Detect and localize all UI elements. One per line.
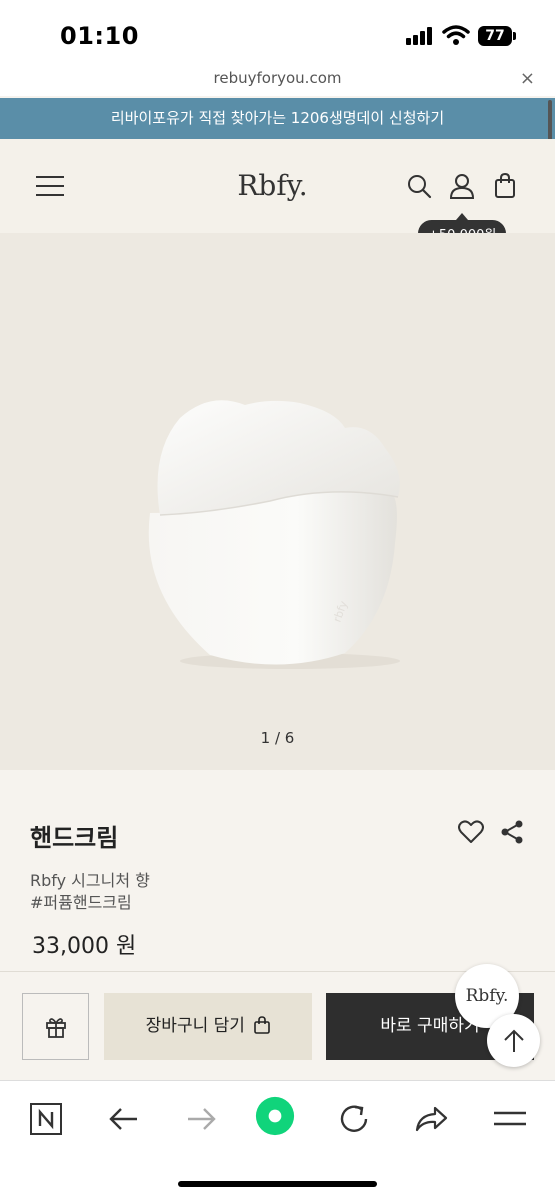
home-indicator bbox=[178, 1181, 377, 1187]
status-bar: 01:10 77 bbox=[0, 0, 555, 66]
product-desc-line1: Rbfy 시그니처 향 bbox=[30, 871, 150, 890]
wifi-icon bbox=[442, 25, 470, 45]
cart-button-label: 장바구니 담기 bbox=[145, 1016, 245, 1036]
points-badge-arrow bbox=[456, 213, 468, 220]
battery-tip bbox=[513, 32, 516, 40]
scroll-to-top-button[interactable] bbox=[487, 1014, 540, 1067]
shopping-bag-icon bbox=[254, 1016, 271, 1034]
forward-arrow-icon[interactable] bbox=[181, 1099, 221, 1139]
refresh-icon[interactable] bbox=[334, 1099, 374, 1139]
site-header: Rbfy. bbox=[0, 139, 555, 233]
search-icon[interactable] bbox=[406, 173, 432, 199]
product-info: 핸드크림 Rbfy 시그니처 향 #퍼퓸핸드크림 33,000 원 bbox=[0, 770, 555, 970]
gift-button[interactable] bbox=[22, 993, 89, 1060]
green-home-icon[interactable] bbox=[255, 1096, 295, 1136]
share-icon[interactable] bbox=[500, 820, 524, 844]
arrow-up-icon bbox=[504, 1029, 524, 1052]
cellular-signal-icon bbox=[406, 27, 436, 45]
product-image: rbfy bbox=[148, 400, 400, 669]
product-gallery[interactable]: rbfy 1 / 6 bbox=[0, 233, 555, 770]
product-description: Rbfy 시그니처 향 #퍼퓸핸드크림 bbox=[30, 870, 150, 914]
product-name: 핸드크림 bbox=[30, 824, 119, 852]
close-icon[interactable]: × bbox=[520, 68, 535, 89]
battery-icon: 77 bbox=[478, 26, 512, 46]
product-price: 33,000 원 bbox=[32, 934, 137, 959]
back-arrow-icon[interactable] bbox=[104, 1099, 144, 1139]
naver-n-icon[interactable] bbox=[26, 1099, 66, 1139]
menu-icon[interactable] bbox=[490, 1099, 530, 1139]
url-text[interactable]: rebuyforyou.com bbox=[0, 69, 555, 87]
promo-banner[interactable]: 리바이포유가 직접 찾아가는 1206생명데이 신청하기 bbox=[0, 98, 555, 139]
share-icon[interactable] bbox=[411, 1099, 451, 1139]
product-desc-line2: #퍼퓸핸드크림 bbox=[30, 893, 132, 912]
shopping-bag-icon[interactable] bbox=[494, 173, 516, 199]
gift-icon bbox=[46, 1018, 66, 1038]
heart-icon[interactable] bbox=[458, 820, 484, 844]
user-icon[interactable] bbox=[449, 173, 475, 199]
gallery-pager: 1 / 6 bbox=[260, 729, 295, 747]
add-to-cart-button[interactable]: 장바구니 담기 bbox=[104, 993, 312, 1060]
status-time: 01:10 bbox=[60, 22, 139, 50]
browser-toolbar bbox=[0, 1080, 555, 1200]
url-bar[interactable]: rebuyforyou.com × bbox=[0, 66, 555, 96]
